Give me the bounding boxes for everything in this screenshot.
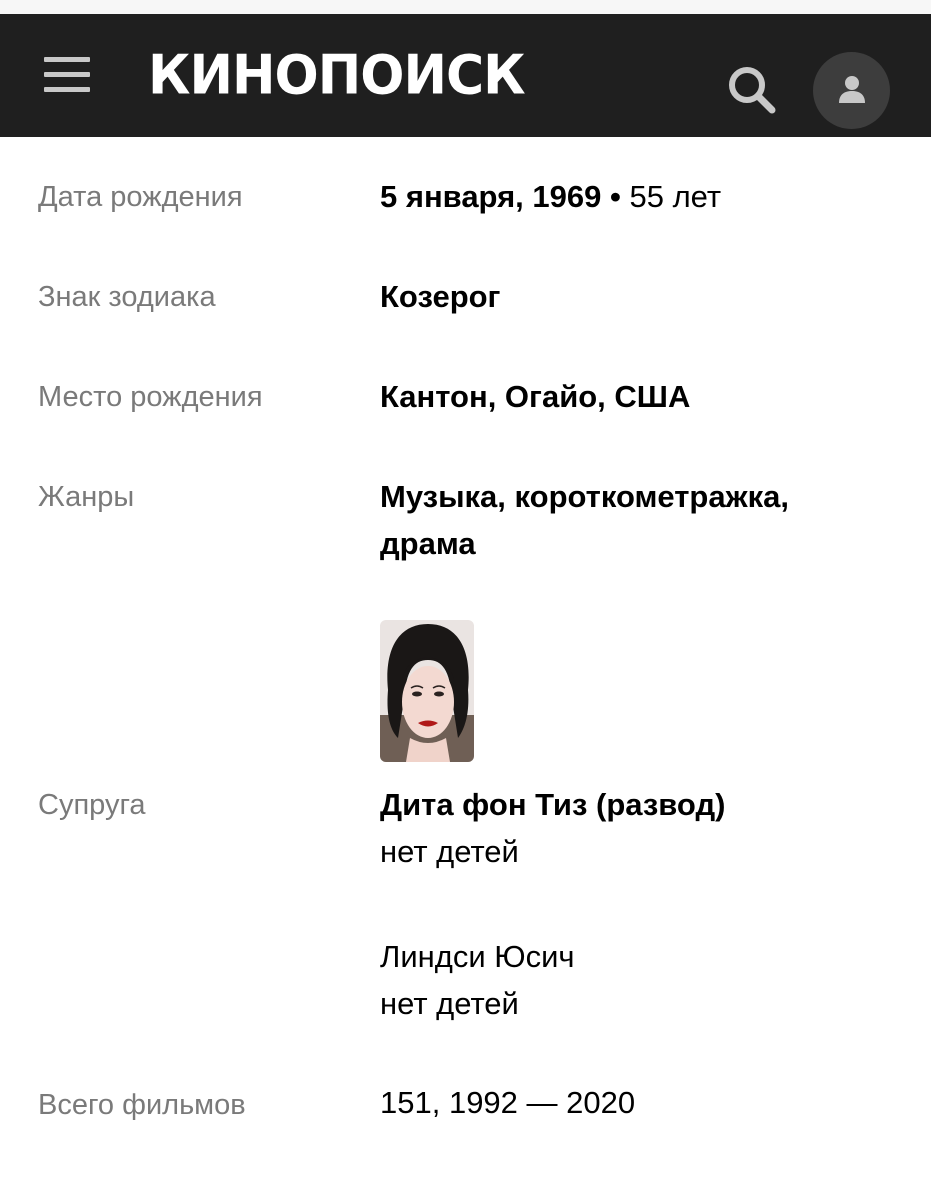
- zodiac-value[interactable]: Козерог: [380, 273, 900, 320]
- birthplace-label: Место рождения: [38, 381, 263, 413]
- birth-date-link[interactable]: 5 января, 1969: [380, 179, 601, 214]
- spouse-second: Линдси Юсич нет детей: [380, 933, 900, 1027]
- spouse-photo[interactable]: [380, 620, 474, 762]
- birth-date-value: 5 января, 1969 • 55 лет: [380, 173, 900, 220]
- films-value: 151, 1992 — 2020: [380, 1085, 636, 1120]
- user-icon: [839, 76, 865, 103]
- spouse-label: Супруга: [38, 789, 146, 821]
- spouse-first: Дита фон Тиз (развод) нет детей: [380, 781, 900, 875]
- genres-line-2[interactable]: драма: [380, 520, 900, 567]
- age-value: 55 лет: [629, 179, 722, 214]
- films-label: Всего фильмов: [38, 1089, 246, 1121]
- genres-line-1[interactable]: Музыка, короткометражка,: [380, 473, 900, 520]
- zodiac-label: Знак зодиака: [38, 281, 216, 313]
- genres-value: Музыка, короткометражка, драма: [380, 473, 900, 567]
- birthplace-value[interactable]: Кантон, Огайо, США: [380, 373, 900, 420]
- genres-label: Жанры: [38, 481, 135, 513]
- spouse-second-name: Линдси Юсич: [380, 939, 575, 974]
- app-header: КИНОПОИСК: [0, 14, 931, 137]
- spouse-first-name-link[interactable]: Дита фон Тиз (развод): [380, 781, 900, 828]
- hamburger-menu-icon[interactable]: [44, 57, 90, 93]
- kinopoisk-logo[interactable]: КИНОПОИСК: [148, 44, 526, 107]
- spouse-first-children: нет детей: [380, 834, 519, 869]
- search-icon[interactable]: [726, 64, 778, 116]
- spouse-second-children: нет детей: [380, 986, 519, 1021]
- birth-date-label: Дата рождения: [38, 181, 243, 213]
- status-bar-gap: [0, 0, 931, 14]
- birth-date-separator: •: [609, 179, 621, 214]
- profile-button[interactable]: [813, 52, 890, 129]
